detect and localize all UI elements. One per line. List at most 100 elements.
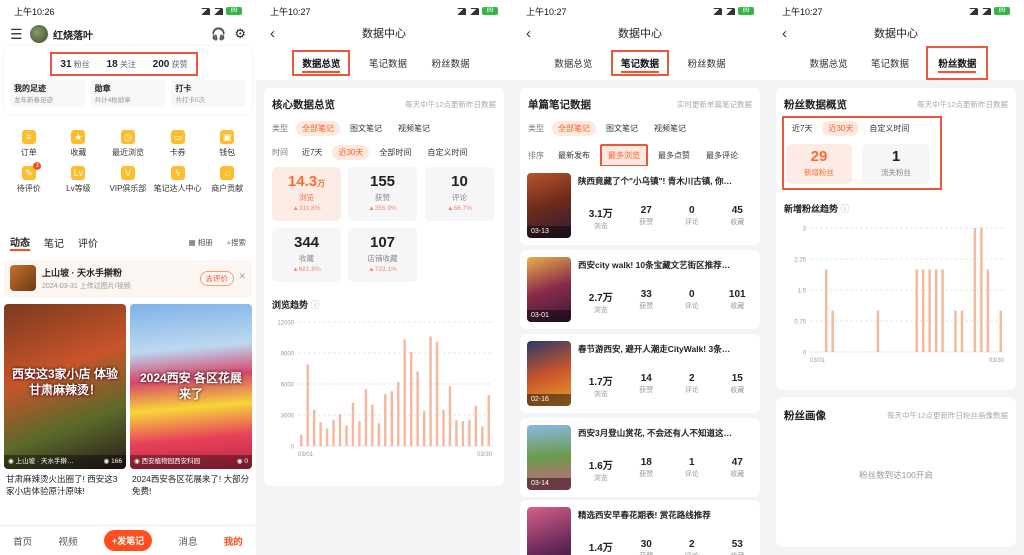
metric-lost-fans[interactable]: 1 流失粉丝 [862,144,930,184]
chip-newest[interactable]: 最新发布 [552,148,596,163]
back-arrow-icon[interactable]: ‹ [782,22,787,46]
tab-notes-data[interactable]: 笔记数据 [363,52,413,74]
feed-card-1-cover[interactable]: 西安这3家小店 体验甘肃麻辣烫！ ◉ 上山坡 · 天水手擀… ◉ 166 [4,304,126,469]
nav-post-note-button[interactable]: +发笔记 [103,530,153,551]
fans-label: 粉丝 [73,59,90,69]
data-center-tabs: 数据总览 笔记数据 粉丝数据 [256,46,512,80]
chip-image-notes[interactable]: 图文笔记 [344,121,388,136]
search-button[interactable]: ⌕搜索 [227,237,246,248]
tab-fans-data[interactable]: 粉丝数据 [682,52,732,74]
go-review-button[interactable]: 去评价 [199,271,234,286]
tab-reviews[interactable]: 评价 [78,235,98,250]
quick-card-footprint[interactable]: 我的足迹 龙年新春足迹 [10,80,85,107]
grid-item-order[interactable]: ≡ 订单 [4,130,54,158]
metric-collects[interactable]: 344 收藏 ▲681.8% [272,228,341,282]
chip-all-time[interactable]: 全部时间 [373,145,417,160]
close-icon[interactable]: ✕ [238,271,246,282]
chip-30-days[interactable]: 近30天 [822,121,860,136]
chip-image-notes[interactable]: 图文笔记 [600,121,644,136]
back-arrow-icon[interactable]: ‹ [270,22,275,46]
tab-fans-data[interactable]: 粉丝数据 [426,52,476,74]
grid-item-pending-review[interactable]: ✎ 1 待评价 [4,162,54,194]
metric-views[interactable]: 14.3万 浏览 ▲311.8% [272,167,341,221]
follow-count-item[interactable]: 18 关注 [107,59,136,70]
chip-custom-time[interactable]: 自定义时间 [863,121,915,136]
chip-video-notes[interactable]: 视频笔记 [392,121,436,136]
grid-label: 卡券 [169,148,186,157]
chip-all-notes[interactable]: 全部笔记 [552,121,596,136]
status-bar: 上午10:27 89 [768,0,1024,22]
grid-item-level[interactable]: Lv Lv等级 [54,166,104,194]
note-title: 春节游西安, 避开人潮走CityWalk! 3条… [578,344,731,354]
bar [831,310,834,352]
grid-item-wallet[interactable]: ▣ 钱包 [202,130,252,158]
chip-custom-time[interactable]: 自定义时间 [421,145,473,160]
note-item-4[interactable]: 03-14 西安3月登山赏花, 不会还有人不知道这… 1.6万 浏览 18 获赞 1… [520,418,760,497]
bar [325,428,329,446]
stat-likes: 18 获赞 [624,457,670,483]
menu-icon[interactable]: ☰ [10,26,30,43]
tab-notes-data[interactable]: 笔记数据 [865,52,915,74]
sort-label: 排序 [528,151,544,160]
y-tick-label: 3 [803,227,807,233]
metric-likes[interactable]: 155 获赞 ▲355.9% [348,167,417,221]
grid-item-coupon[interactable]: ▭ 卡券 [153,130,203,158]
cover-text: 2024西安 各区花展来了 [139,371,243,401]
stat-comments: 2评论 [669,539,715,555]
nav-messages[interactable]: 消息 [178,534,197,548]
likes-count-item[interactable]: 200 获赞 [153,59,188,70]
chip-7-days[interactable]: 近7天 [296,145,328,160]
quick-card-medal[interactable]: 勋章 共计4枚勋章 [90,80,166,107]
album-button[interactable]: ▦ 相册 [189,237,213,248]
feed-card-2-cover[interactable]: 2024西安 各区花展来了 ◉ 西安植物园西安科园 ◉ 0 [130,304,252,469]
note-item-2[interactable]: 03-01 西安city walk! 10条宝藏文艺街区推荐… 2.7万 浏览 3… [520,250,760,329]
chip-7-days[interactable]: 近7天 [786,121,818,136]
tab-notes[interactable]: 笔记 [44,235,64,250]
chip-video-notes[interactable]: 视频笔记 [648,121,692,136]
nav-me[interactable]: 我的 [224,534,243,548]
chip-all-notes[interactable]: 全部笔记 [296,121,340,136]
metric-shop-collects[interactable]: 107 店铺收藏 ▲723.1% [348,228,417,282]
feed-card-2-caption[interactable]: 2024西安各区花展来了! 大部分免费! [132,473,250,497]
avatar[interactable] [30,25,48,43]
nav-video[interactable]: 视频 [59,534,78,548]
stat-collects: 15 收藏 [715,373,761,399]
headset-icon[interactable]: 🎧 [211,27,226,41]
tab-overview[interactable]: 数据总览 [292,50,351,76]
chip-most-likes[interactable]: 最多点赞 [652,148,696,163]
note-item-3[interactable]: 02-16 春节游西安, 避开人潮走CityWalk! 3条… 1.7万 浏览 1… [520,334,760,413]
tab-notes-data[interactable]: 笔记数据 [610,50,669,76]
info-icon[interactable]: ⓘ [311,300,320,310]
grid-item-merchant[interactable]: ⌂ 商户贡献 [202,166,252,194]
stat-comments: 0 评论 [669,289,715,315]
metric-comments[interactable]: 10 评论 ▲66.7% [425,167,494,221]
tab-fans-data[interactable]: 粉丝数据 [926,46,989,80]
profile-name[interactable]: 红烧落叶 [53,27,211,42]
back-arrow-icon[interactable]: ‹ [526,22,531,46]
quick-card-checkin[interactable]: 打卡 共打卡0次 [171,80,247,107]
chip-most-comments[interactable]: 最多评论 [700,148,744,163]
note-item-5[interactable]: 精选西安早春花期表! 赏花路线推荐 1.4万浏览 30获赞 2评论 53收藏 [520,500,760,555]
fans-count-item[interactable]: 31 粉丝 [60,59,89,70]
stat-value: 1.7万 [588,377,613,388]
gear-icon[interactable]: ⚙ [234,26,246,42]
grid-item-collect[interactable]: ★ 收藏 [54,130,104,158]
tab-dynamic[interactable]: 动态 [10,234,30,251]
tab-overview[interactable]: 数据总览 [804,52,854,74]
status-bar: 上午10:26 89 [0,0,256,22]
nav-home[interactable]: 首页 [13,534,32,548]
tab-fans-label: 粉丝数据 [938,59,977,73]
info-icon[interactable]: ⓘ [841,204,850,214]
chip-most-views[interactable]: 最多浏览 [600,144,648,167]
grid-item-vip[interactable]: V VIP俱乐部 [103,166,153,194]
metric-new-fans[interactable]: 29 新增粉丝 [786,144,852,184]
feed-card-1-caption[interactable]: 甘肃麻辣烫火出圈了! 西安这3家小店体验原汁原味! [6,473,124,497]
time-filter: 时间 近7天 近30天 全部时间 自定义时间 [272,145,473,160]
medal-title: 勋章 [94,84,111,93]
grid-item-creator-center[interactable]: ϟ 笔记达人中心 [153,166,203,194]
grid-item-recent[interactable]: ◷ 最近浏览 [103,130,153,158]
note-item-1[interactable]: 03-13 陕西竟藏了个"小乌镇"! 青木川古镇, 你… 3.1万 浏览 27 获赞… [520,166,760,245]
tab-overview[interactable]: 数据总览 [548,52,598,74]
stat-value: 1.4万 [588,543,613,554]
chip-30-days[interactable]: 近30天 [332,145,370,160]
